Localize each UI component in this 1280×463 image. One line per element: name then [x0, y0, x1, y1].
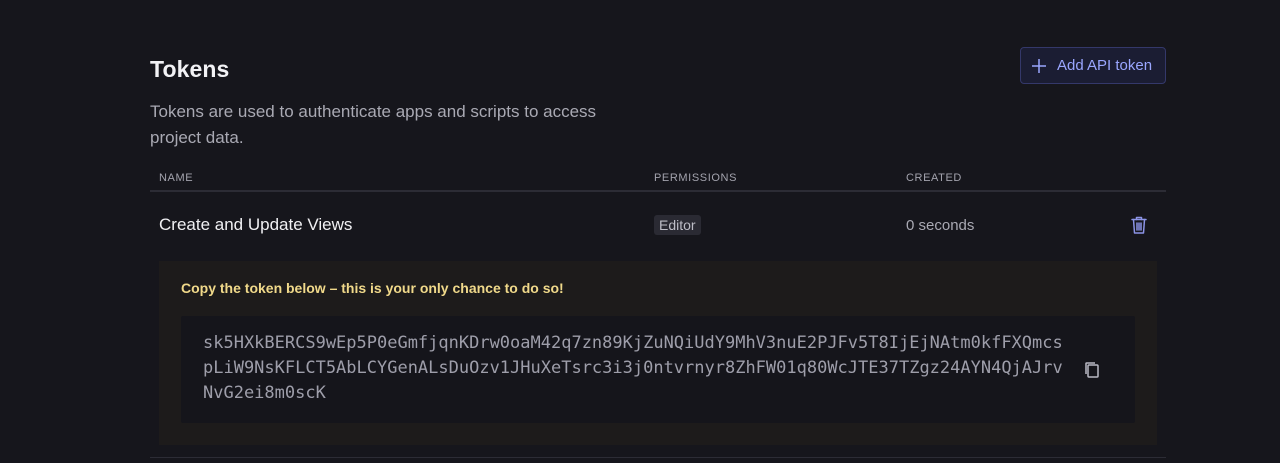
plus-icon — [1032, 58, 1046, 73]
token-box: sk5HXkBERCS9wEp5P0eGmfjqnKDrw0oaM42q7zn8… — [181, 316, 1135, 423]
column-header-name: NAME — [159, 172, 194, 184]
tokens-section: Tokens Add API token Tokens are used to … — [150, 0, 1166, 463]
add-api-token-button[interactable]: Add API token — [1020, 47, 1166, 84]
token-name: Create and Update Views — [159, 215, 353, 234]
new-token-panel: Copy the token below – this is your only… — [159, 261, 1157, 445]
divider — [150, 457, 1166, 458]
section-header: Tokens Add API token — [150, 47, 1166, 87]
permission-badge: Editor — [654, 215, 701, 235]
trash-icon[interactable] — [1130, 215, 1148, 235]
created-time: 0 seconds — [906, 217, 975, 234]
table-header: NAME PERMISSIONS CREATED — [150, 168, 1166, 192]
column-header-created: CREATED — [906, 172, 962, 184]
table-row: Create and Update Views Editor 0 seconds — [150, 194, 1166, 256]
token-warning: Copy the token below – this is your only… — [181, 280, 564, 296]
page-title: Tokens — [150, 56, 230, 82]
copy-icon[interactable] — [1083, 360, 1101, 380]
token-value[interactable]: sk5HXkBERCS9wEp5P0eGmfjqnKDrw0oaM42q7zn8… — [203, 331, 1063, 406]
add-api-token-label: Add API token — [1057, 57, 1153, 74]
section-description: Tokens are used to authenticate apps and… — [150, 102, 597, 147]
column-header-permissions: PERMISSIONS — [654, 172, 738, 184]
